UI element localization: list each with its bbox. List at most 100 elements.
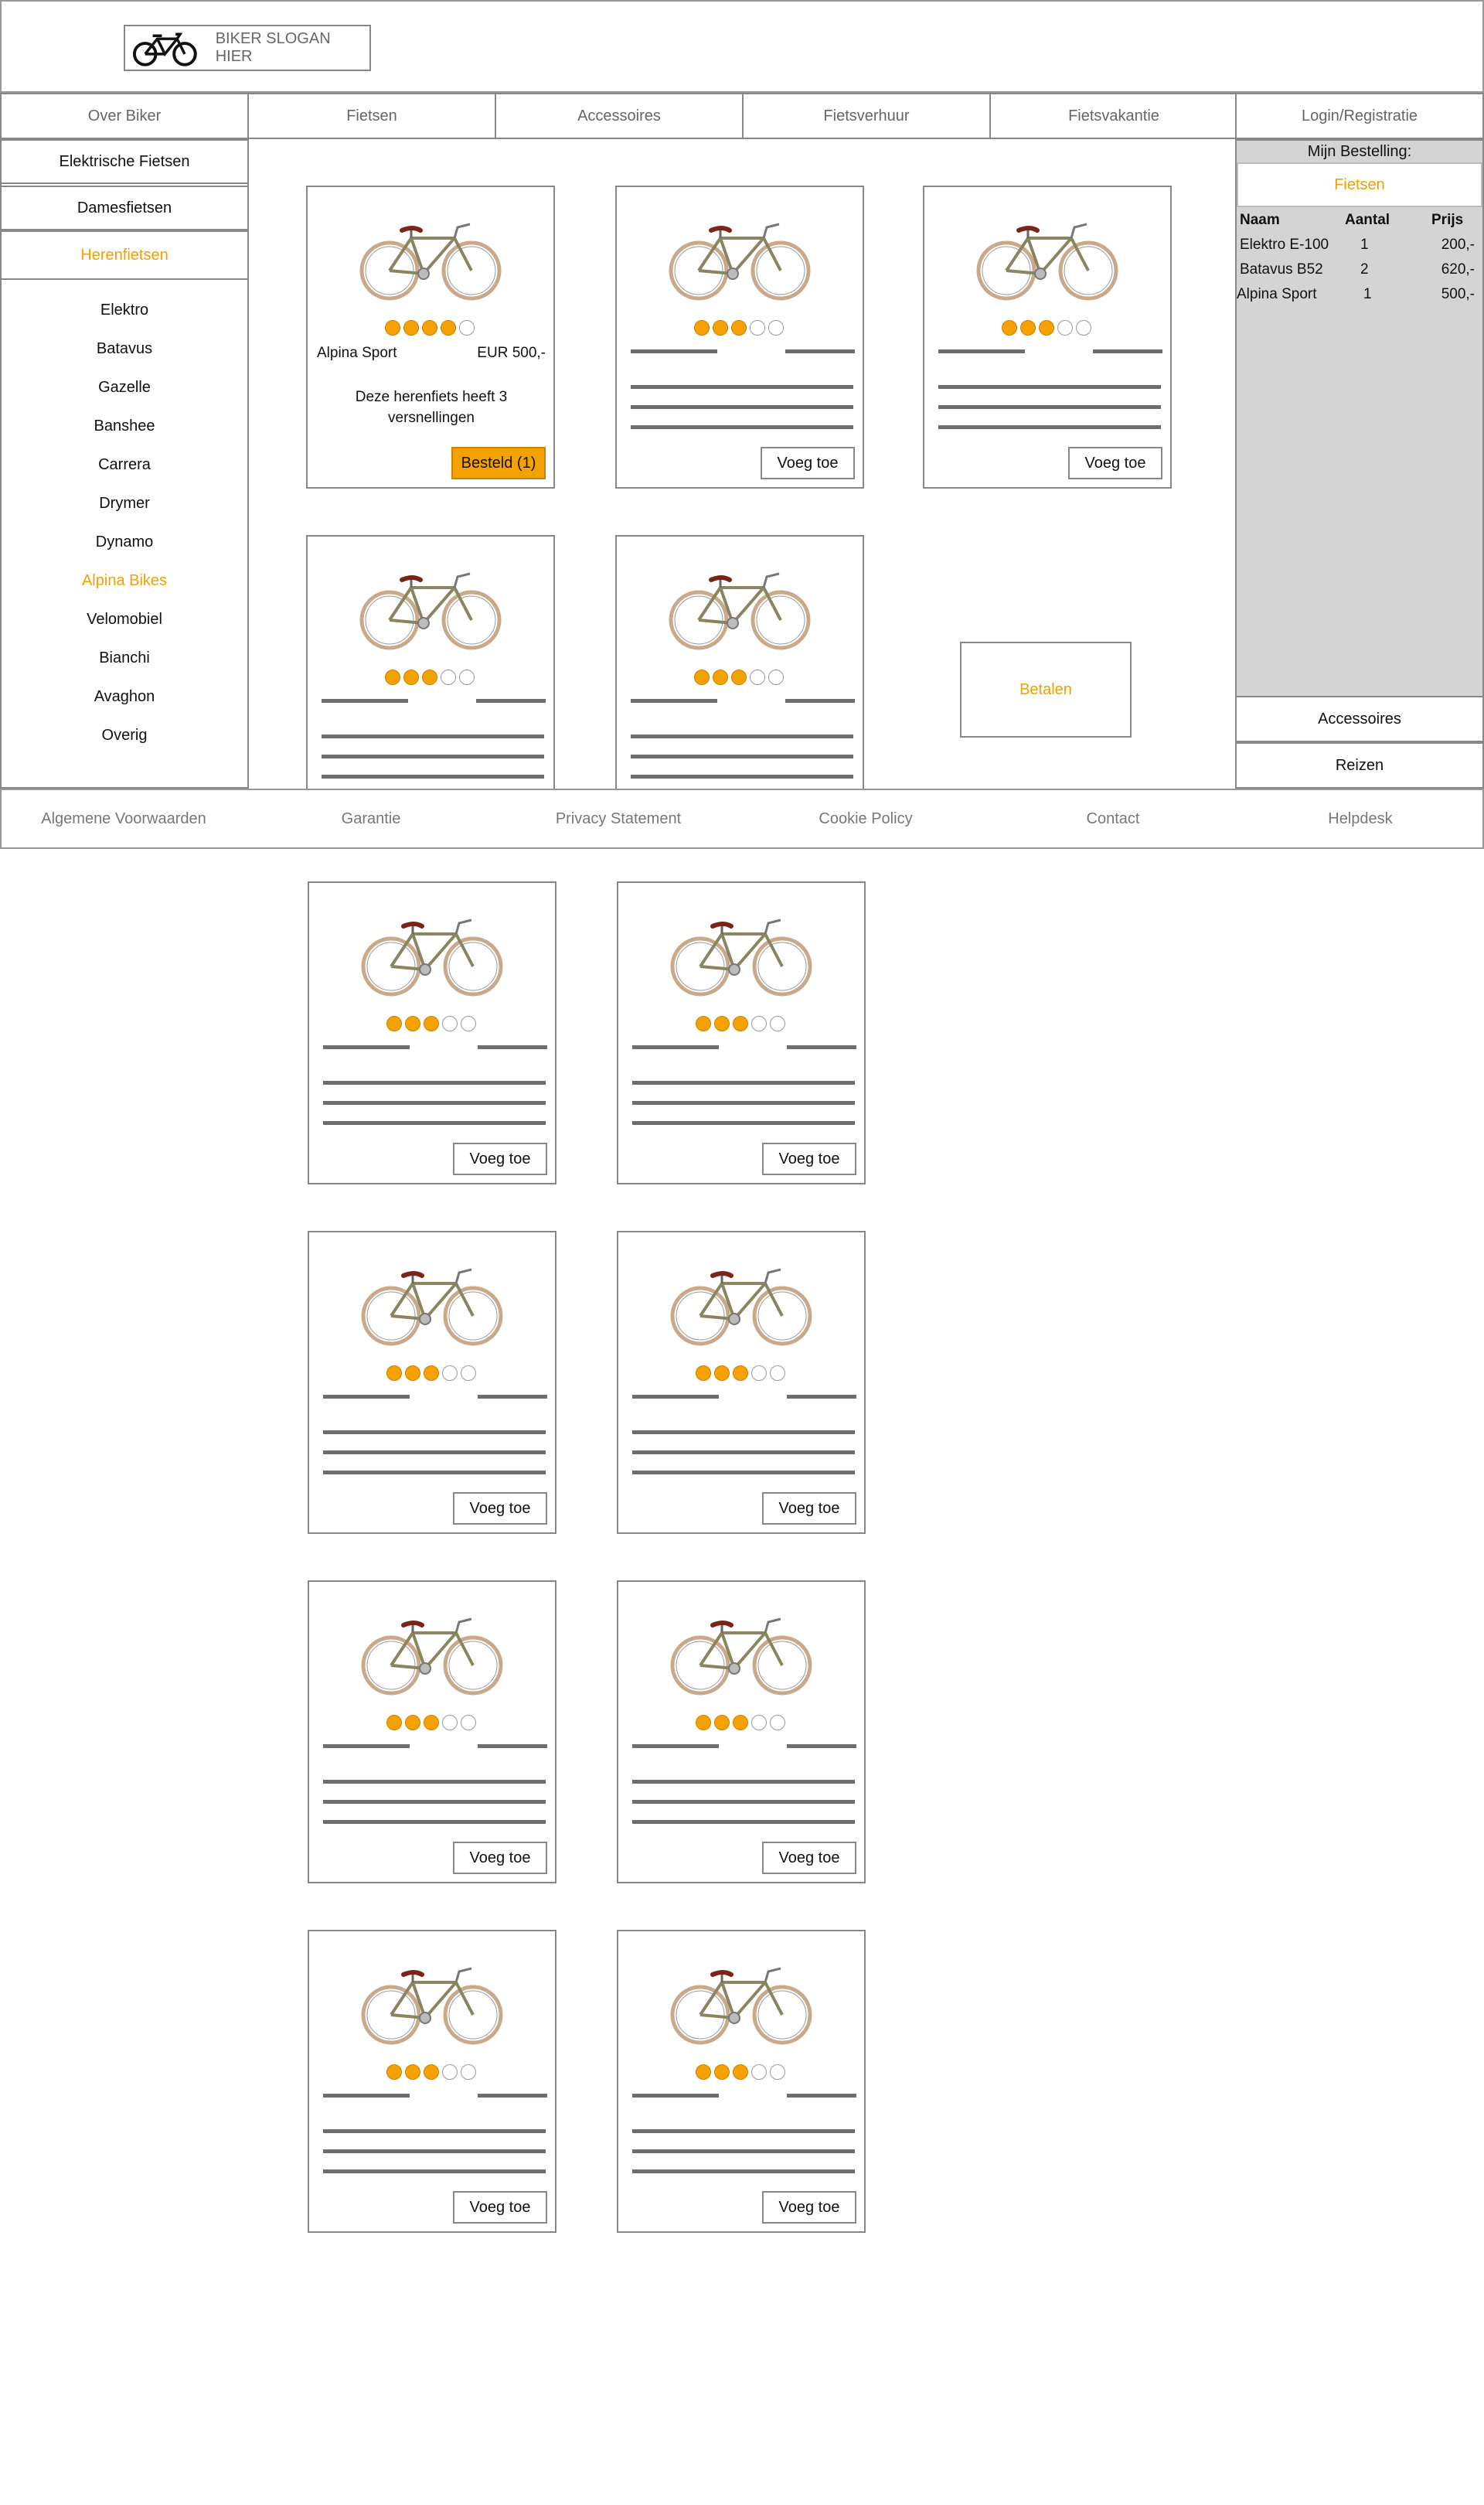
- brand-alpina-bikes[interactable]: Alpina Bikes: [0, 569, 249, 592]
- tab-over-biker[interactable]: Over Biker: [0, 93, 249, 139]
- rating-dot: [714, 2064, 730, 2080]
- order-tab-fietsen[interactable]: Fietsen: [1237, 162, 1482, 207]
- rating-dot: [1076, 320, 1091, 336]
- rating-dot: [385, 320, 400, 336]
- add-to-order-button[interactable]: Voeg toe: [762, 1842, 856, 1874]
- placeholder-text-line: [631, 349, 717, 353]
- footer-link-garantie[interactable]: Garantie: [247, 789, 495, 849]
- product-card[interactable]: Voeg toe: [308, 881, 556, 1184]
- rating-dot: [768, 670, 784, 685]
- rating-dot: [750, 320, 765, 336]
- add-to-order-button[interactable]: Voeg toe: [453, 1143, 547, 1175]
- placeholder-text-line: [632, 1395, 719, 1399]
- product-card[interactable]: Voeg toe: [617, 1580, 866, 1883]
- brand-dynamo[interactable]: Dynamo: [0, 530, 249, 554]
- placeholder-text-line: [323, 2094, 410, 2098]
- brand-drymer[interactable]: Drymer: [0, 492, 249, 515]
- product-card-featured[interactable]: Alpina Sport EUR 500,- Deze herenfiets h…: [306, 186, 555, 489]
- product-card[interactable]: [615, 535, 864, 789]
- placeholder-text-line: [323, 1081, 546, 1085]
- product-card[interactable]: Voeg toe: [617, 1930, 866, 2233]
- tab-login-registratie[interactable]: Login/Registratie: [1235, 93, 1484, 139]
- bicycle-image: [361, 918, 503, 997]
- rating-dot: [770, 2064, 785, 2080]
- rating-dot: [461, 2064, 476, 2080]
- rating-dot: [386, 2064, 402, 2080]
- rating-dot: [405, 1715, 420, 1730]
- footer-link-contact[interactable]: Contact: [989, 789, 1237, 849]
- brand-overig[interactable]: Overig: [0, 724, 249, 747]
- accessoires-button[interactable]: Accessoires: [1235, 696, 1484, 742]
- rating-dots: [385, 670, 475, 685]
- add-to-order-button[interactable]: Voeg toe: [762, 1492, 856, 1525]
- product-card[interactable]: Voeg toe: [308, 1580, 556, 1883]
- tab-accessoires[interactable]: Accessoires: [495, 93, 744, 139]
- product-card[interactable]: Voeg toe: [308, 1930, 556, 2233]
- rating-dots: [386, 1715, 476, 1730]
- placeholder-text-line: [632, 1101, 855, 1105]
- category-herenfietsen[interactable]: Herenfietsen: [0, 230, 249, 280]
- logo[interactable]: BIKER SLOGAN HIER: [124, 25, 371, 71]
- rating-dot: [770, 1715, 785, 1730]
- placeholder-text-line: [323, 1430, 546, 1434]
- tab-fietsen[interactable]: Fietsen: [247, 93, 496, 139]
- category-elektrische-fietsen[interactable]: Elektrische Fietsen: [0, 139, 249, 184]
- order-row-prijs: 200,-: [1441, 237, 1475, 253]
- rating-dot: [424, 1016, 439, 1031]
- product-card[interactable]: Voeg toe: [923, 186, 1172, 489]
- rating-dot: [696, 1715, 711, 1730]
- rating-dot: [751, 2064, 767, 2080]
- product-card[interactable]: [306, 535, 555, 789]
- rating-dot: [441, 670, 456, 685]
- product-name: Alpina Sport: [317, 345, 397, 361]
- rating-dot: [459, 320, 475, 336]
- product-card[interactable]: Voeg toe: [615, 186, 864, 489]
- bicycle-image: [361, 1617, 503, 1696]
- order-row-naam: Alpina Sport: [1237, 286, 1317, 302]
- footer-link-helpdesk[interactable]: Helpdesk: [1237, 789, 1484, 849]
- category-damesfietsen[interactable]: Damesfietsen: [0, 186, 249, 230]
- placeholder-text-line: [323, 1800, 546, 1804]
- brand-velomobiel[interactable]: Velomobiel: [0, 608, 249, 631]
- product-card[interactable]: Voeg toe: [308, 1231, 556, 1534]
- brand-batavus[interactable]: Batavus: [0, 337, 249, 360]
- rating-dots: [386, 1016, 476, 1031]
- footer-link-cookie-policy[interactable]: Cookie Policy: [742, 789, 989, 849]
- add-to-order-button[interactable]: Voeg toe: [761, 447, 855, 479]
- add-to-order-button[interactable]: Voeg toe: [762, 1143, 856, 1175]
- pay-button[interactable]: Betalen: [960, 642, 1132, 738]
- brand-carrera[interactable]: Carrera: [0, 453, 249, 476]
- footer-link-privacy-statement[interactable]: Privacy Statement: [495, 789, 742, 849]
- product-card[interactable]: Voeg toe: [617, 881, 866, 1184]
- rating-dot: [442, 1016, 458, 1031]
- order-row-aantal: 2: [1360, 261, 1369, 278]
- product-card[interactable]: Voeg toe: [617, 1231, 866, 1534]
- placeholder-text-line: [322, 775, 544, 779]
- add-to-order-button[interactable]: Voeg toe: [453, 1842, 547, 1874]
- add-to-order-button[interactable]: Voeg toe: [453, 1492, 547, 1525]
- rating-dot: [696, 1016, 711, 1031]
- placeholder-text-line: [631, 734, 853, 738]
- add-to-order-button[interactable]: Voeg toe: [453, 2191, 547, 2224]
- rating-dot: [441, 320, 456, 336]
- reizen-button[interactable]: Reizen: [1235, 742, 1484, 789]
- brand-banshee[interactable]: Banshee: [0, 414, 249, 438]
- add-to-order-button[interactable]: Voeg toe: [762, 2191, 856, 2224]
- ordered-button[interactable]: Besteld (1): [451, 447, 546, 479]
- brand-elektro[interactable]: Elektro: [0, 298, 249, 322]
- rating-dot: [713, 670, 728, 685]
- placeholder-text-line: [632, 1430, 855, 1434]
- tab-fietsvakantie[interactable]: Fietsvakantie: [989, 93, 1238, 139]
- add-to-order-button[interactable]: Voeg toe: [1068, 447, 1162, 479]
- rating-dot: [714, 1016, 730, 1031]
- bicycle-icon: [132, 32, 197, 66]
- rating-dot: [750, 670, 765, 685]
- rating-dot: [461, 1715, 476, 1730]
- placeholder-text-line: [478, 1045, 547, 1049]
- brand-avaghon[interactable]: Avaghon: [0, 685, 249, 708]
- bicycle-image: [670, 918, 812, 997]
- tab-fietsverhuur[interactable]: Fietsverhuur: [742, 93, 991, 139]
- footer-link-algemene-voorwaarden[interactable]: Algemene Voorwaarden: [0, 789, 247, 849]
- brand-bianchi[interactable]: Bianchi: [0, 646, 249, 670]
- brand-gazelle[interactable]: Gazelle: [0, 376, 249, 399]
